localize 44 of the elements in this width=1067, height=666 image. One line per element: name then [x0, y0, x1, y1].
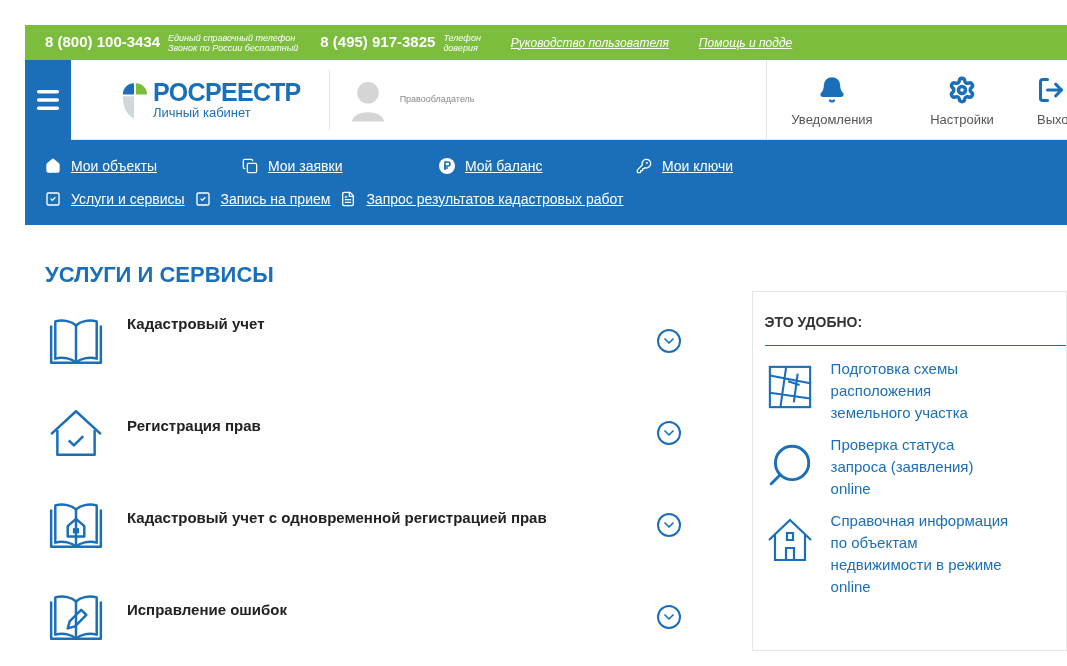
expand-icon[interactable] [657, 421, 681, 445]
settings-icon [948, 76, 976, 104]
service-title[interactable]: Исправление ошибок [127, 599, 657, 622]
nav-link[interactable]: Мои заявки [268, 155, 343, 177]
checkbox-icon [45, 191, 61, 207]
nav-link[interactable]: Услуги и сервисы [71, 188, 185, 210]
phone-note: Единый справочный телефон [168, 32, 296, 43]
logo-title: РОСРЕЕСТР [153, 78, 301, 105]
header-action-button[interactable]: Настройки [897, 59, 1027, 140]
ruble-coin-icon [439, 158, 455, 174]
service-link[interactable]: Справочная информация по объектам недвижимости в режиме online [830, 510, 1011, 598]
service-link[interactable]: Проверка статуса запроса (заявления) online [830, 434, 1011, 500]
logo-icon [121, 80, 147, 119]
phone-number: 8 (800) 100-3434 [45, 32, 161, 53]
service-link[interactable]: Подготовка схемы расположения земельного участка [830, 358, 1011, 424]
menu-button[interactable] [25, 59, 71, 140]
service-title[interactable]: Кадастровый учет [127, 313, 657, 336]
nav-link[interactable]: Запись на прием [220, 188, 331, 210]
service-title[interactable]: Регистрация прав [127, 415, 657, 438]
expand-icon[interactable] [657, 513, 681, 537]
header-action-button[interactable]: Уведомления [767, 59, 897, 140]
panel-title: ЭТО УДОБНО: [764, 312, 1066, 346]
service-title[interactable]: Кадастровый учет с одновременной регистрацией прав [127, 507, 657, 530]
expand-icon[interactable] [657, 605, 681, 629]
checkbox-icon [194, 191, 211, 207]
user-role: Правообладатель [399, 92, 475, 106]
copy-icon [242, 158, 258, 174]
expand-icon[interactable] [657, 329, 681, 353]
home-icon [45, 158, 61, 174]
nav-link[interactable]: Мои ключи [662, 155, 734, 177]
document-icon [340, 191, 357, 207]
nav-link[interactable]: Запрос результатов кадастровых работ [366, 188, 624, 210]
phone-number: 8 (495) 917-3825 [320, 32, 436, 53]
logout-icon [1037, 76, 1065, 104]
nav-link[interactable]: Мой баланс [465, 155, 543, 177]
map-grid-icon [766, 364, 813, 410]
nav-link[interactable]: Мои объекты [71, 155, 157, 177]
page-title: УСЛУГИ И СЕРВИСЫ [45, 261, 275, 289]
phone-note: Телефон [443, 32, 481, 43]
phone-note: доверия [443, 42, 478, 53]
key-icon [636, 158, 652, 174]
logo-subtitle: Личный кабинет [153, 104, 252, 121]
phone-note: Звонок по России бесплатный [168, 42, 299, 53]
bell-icon [818, 76, 846, 104]
